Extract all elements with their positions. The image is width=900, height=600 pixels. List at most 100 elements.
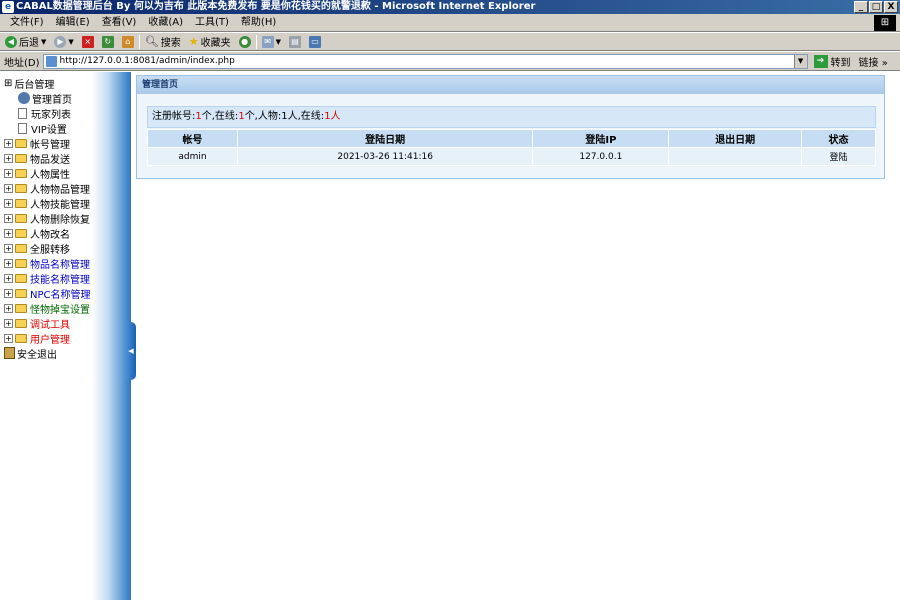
col-logout-date: 退出日期 (668, 129, 803, 148)
mail-button[interactable]: ✉ ▼ (259, 34, 284, 50)
sidebar-item-label: 调试工具 (30, 319, 70, 331)
sidebar-item[interactable]: + 人物删除恢复 (4, 211, 90, 226)
sidebar-item-exit[interactable]: 安全退出 (4, 346, 57, 361)
expand-icon[interactable]: + (4, 243, 13, 253)
home-icon: ⌂ (121, 35, 134, 48)
expand-icon[interactable]: + (4, 198, 13, 208)
menu-tools[interactable]: 工具(T) (189, 15, 235, 31)
sidebar-item[interactable]: + 人物改名 (4, 226, 70, 241)
sidebar-item[interactable]: + 用户管理 (4, 331, 70, 346)
maximize-button[interactable]: □ (869, 1, 883, 13)
sidebar-item[interactable]: 管理首页 (4, 91, 72, 106)
folder-icon (15, 153, 27, 163)
expand-icon[interactable]: + (4, 303, 13, 313)
expand-icon[interactable]: + (4, 213, 13, 223)
sidebar-item[interactable]: + 全服转移 (4, 241, 70, 256)
sidebar-item-label: 全服转移 (30, 244, 70, 256)
expand-icon[interactable]: + (4, 333, 13, 343)
edit-button[interactable]: ▭ (306, 34, 324, 50)
back-dropdown-icon: ▼ (41, 37, 47, 46)
menu-edit[interactable]: 编辑(E) (50, 15, 96, 31)
home-button[interactable]: ⌂ (119, 34, 137, 50)
address-url: http://127.0.0.1:8081/admin/index.php (59, 56, 235, 66)
favorites-label: 收藏夹 (200, 38, 231, 49)
menu-help[interactable]: 帮助(H) (235, 15, 282, 31)
favorites-button[interactable]: ★ 收藏夹 (186, 34, 234, 50)
sidebar-item-label: 人物物品管理 (30, 184, 90, 196)
stop-button[interactable]: × (79, 34, 97, 50)
media-icon: ● (238, 35, 251, 48)
media-button[interactable]: ● (236, 34, 254, 50)
menu-bar: 文件(F) 编辑(E) 查看(V) 收藏(A) 工具(T) 帮助(H) ⊞ (0, 14, 900, 32)
search-button[interactable]: 🔍︎ 搜索 (142, 34, 184, 50)
toolbar-separator (255, 34, 257, 49)
menu-favorites[interactable]: 收藏(A) (142, 15, 189, 31)
forward-arrow-icon: ▶ (54, 35, 67, 48)
cell-account: admin (147, 147, 238, 166)
expand-icon[interactable]: + (4, 273, 13, 283)
sidebar-item-label: VIP设置 (31, 124, 67, 136)
close-button[interactable]: X (884, 1, 898, 13)
sidebar-item[interactable]: + 物品名称管理 (4, 256, 90, 271)
sidebar-item[interactable]: + 帐号管理 (4, 136, 70, 151)
folder-icon (15, 303, 27, 313)
sidebar-item-label: 玩家列表 (31, 109, 71, 121)
forward-dropdown-icon: ▼ (68, 37, 74, 46)
sidebar-item[interactable]: + 人物技能管理 (4, 196, 90, 211)
back-arrow-icon: ◀ (5, 35, 17, 48)
sidebar-item[interactable]: + 物品发送 (4, 151, 70, 166)
stats-line: 注册帐号:1个,在线:1个,人物:1人,在线:1人 (147, 106, 876, 128)
expand-icon[interactable]: + (4, 153, 13, 163)
sidebar-item[interactable]: + 人物属性 (4, 166, 70, 181)
go-button[interactable]: ➔ 转到 (813, 54, 851, 69)
mail-icon: ✉ (261, 35, 274, 48)
refresh-button[interactable]: ↻ (99, 34, 117, 50)
expand-icon[interactable]: + (4, 138, 13, 148)
sidebar-root-label: 后台管理 (14, 80, 55, 91)
document-icon (18, 107, 27, 119)
expand-icon[interactable]: + (4, 288, 13, 298)
folder-icon (15, 183, 27, 193)
panel-body: 注册帐号:1个,在线:1个,人物:1人,在线:1人 帐号 登陆日期 登陆IP 退… (147, 106, 876, 166)
ie-icon: e (2, 1, 14, 13)
folder-icon (15, 288, 27, 298)
links-button[interactable]: 链接 » (859, 54, 888, 69)
sidebar-item[interactable]: + 调试工具 (4, 316, 70, 331)
expand-icon[interactable]: + (4, 258, 13, 268)
sidebar-item[interactable]: + 怪物掉宝设置 (4, 301, 90, 316)
expand-icon[interactable]: + (4, 183, 13, 193)
cell-status: 登陆 (801, 147, 876, 166)
sidebar-collapse-handle[interactable]: ◀ (126, 322, 136, 380)
address-input[interactable]: http://127.0.0.1:8081/admin/index.php ▼ (42, 53, 808, 69)
table-row: admin 2021-03-26 11:41:16 127.0.0.1 登陆 (147, 147, 876, 166)
stats-online-unit: 个,人物: (244, 111, 282, 122)
sidebar-item-label: 人物删除恢复 (30, 214, 90, 226)
expand-icon[interactable]: + (4, 168, 13, 178)
toolbar-separator (138, 34, 140, 49)
sidebar-item[interactable]: + 人物物品管理 (4, 181, 90, 196)
address-label: 地址(D) (4, 57, 40, 69)
address-dropdown-icon[interactable]: ▼ (793, 54, 807, 68)
sidebar-item[interactable]: + NPC名称管理 (4, 286, 91, 301)
forward-button[interactable]: ▶ ▼ (51, 34, 76, 50)
expand-icon[interactable]: + (4, 318, 13, 328)
cell-login-date: 2021-03-26 11:41:16 (236, 147, 534, 166)
gear-icon (18, 92, 30, 104)
menu-view[interactable]: 查看(V) (96, 15, 143, 31)
sidebar-item-label: 技能名称管理 (30, 274, 90, 286)
cell-logout-date (668, 147, 803, 166)
folder-icon (15, 258, 27, 268)
sidebar-item[interactable]: + 技能名称管理 (4, 271, 90, 286)
sidebar-item[interactable]: 玩家列表 (4, 106, 71, 121)
sidebar-root[interactable]: ⊞ 后台管理 (4, 76, 54, 91)
minimize-button[interactable]: _ (854, 1, 868, 13)
menu-file[interactable]: 文件(F) (4, 15, 50, 31)
back-button[interactable]: ◀ 后退 ▼ (2, 34, 49, 50)
sidebar-item[interactable]: VIP设置 (4, 121, 67, 136)
star-icon: ★ (188, 35, 199, 48)
sidebar: ⊞ 后台管理 管理首页 玩家列表 VIP设置 + 帐号管理 + 物品发送 + 人物属性 + 人物物品… (0, 72, 131, 600)
window-controls: _ □ X (854, 1, 898, 13)
print-button[interactable]: ▤ (286, 34, 304, 50)
stats-char-count: 1人 (281, 111, 298, 122)
expand-icon[interactable]: + (4, 228, 13, 238)
